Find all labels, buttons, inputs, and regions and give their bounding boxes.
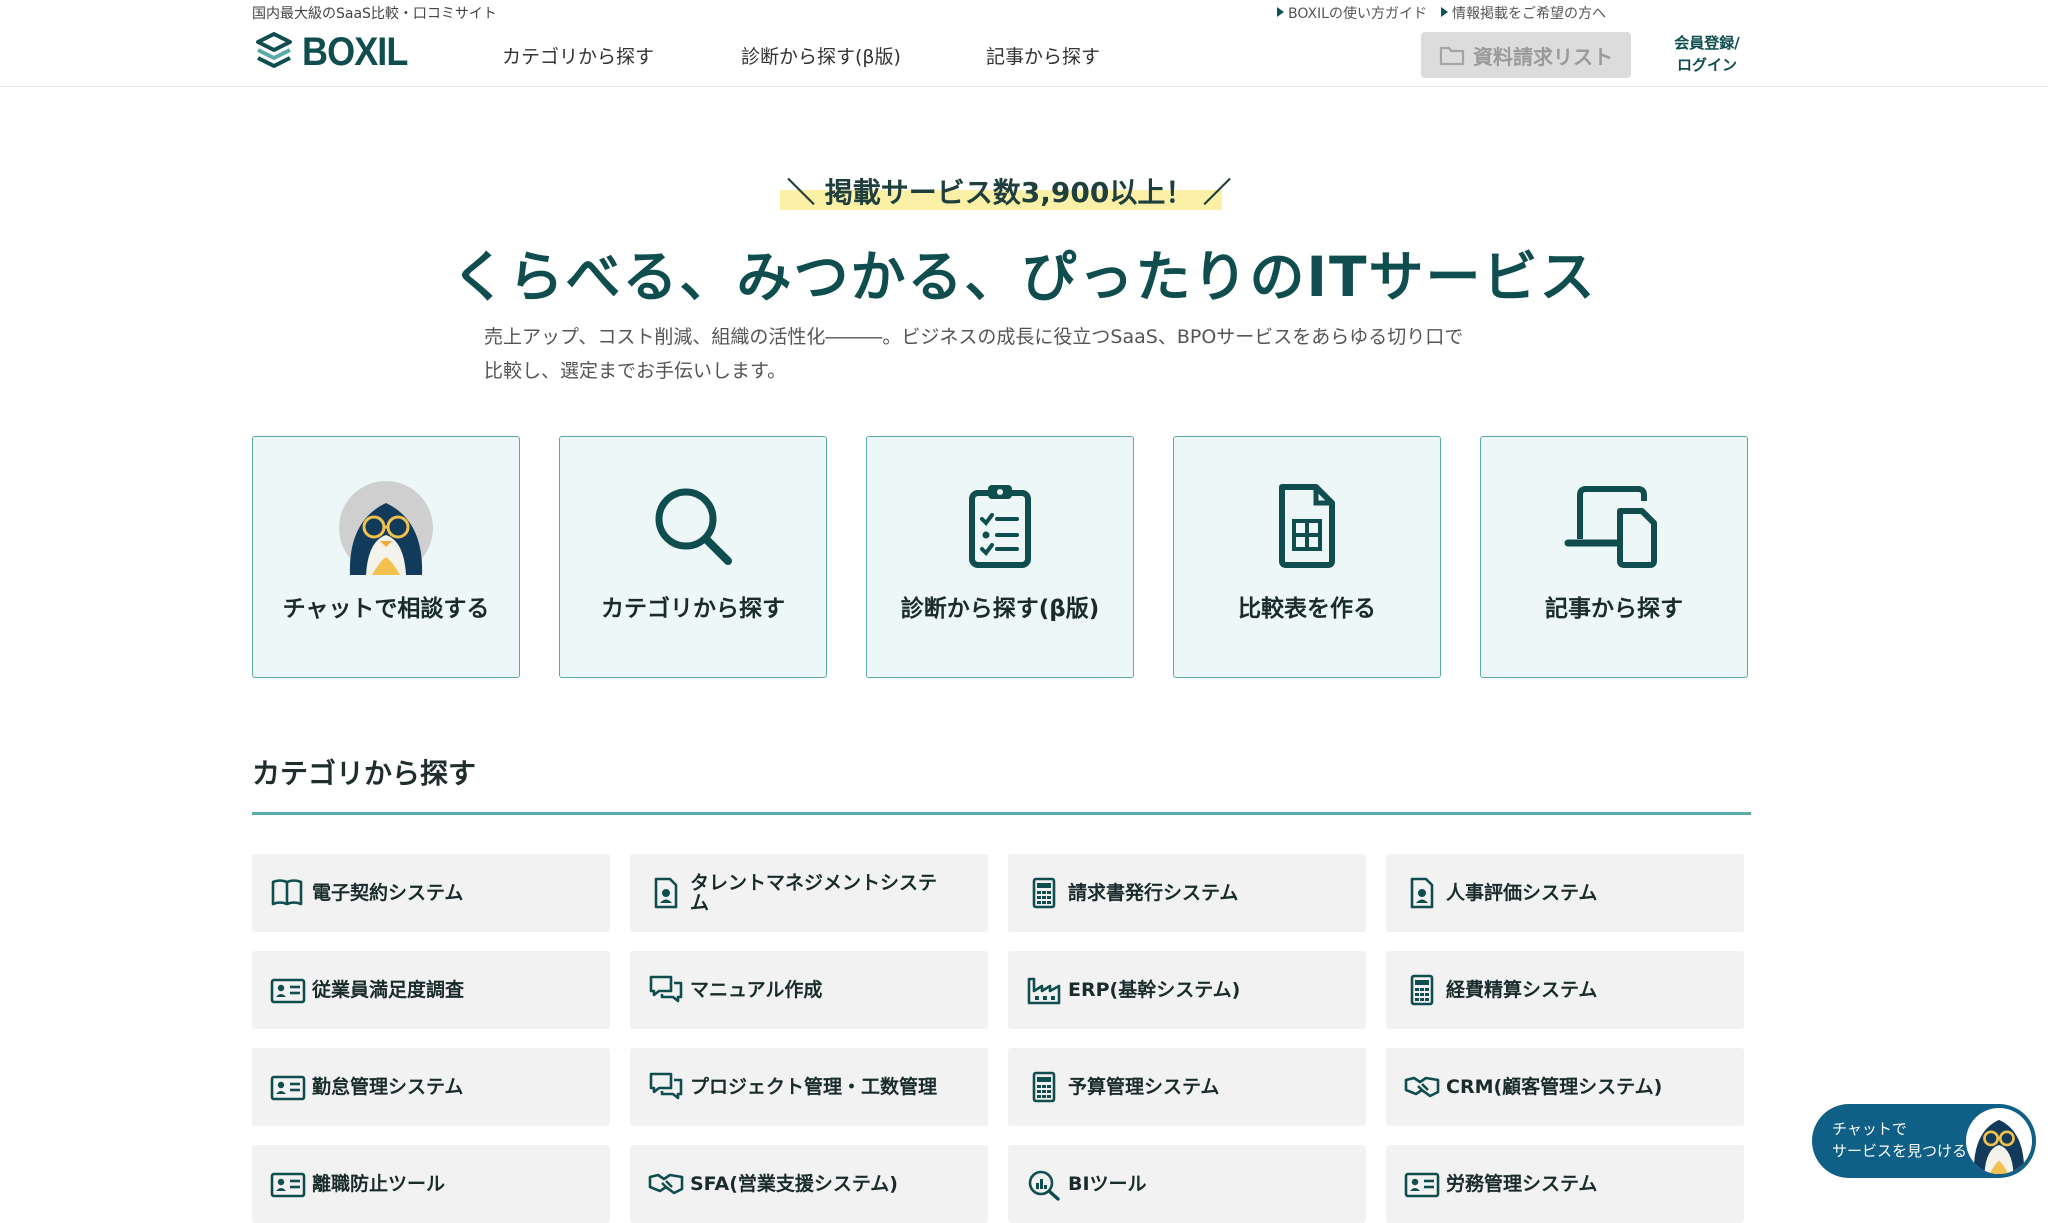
category-label: 人事評価システム [1446, 882, 1598, 904]
request-list-label: 資料請求リスト [1473, 44, 1613, 69]
category-item[interactable]: 予算管理システム [1008, 1048, 1366, 1126]
feature-card-category[interactable]: カテゴリから探す [559, 436, 827, 678]
categories-heading: カテゴリから探す [252, 757, 477, 790]
site-tagline: 国内最大級のSaaS比較・口コミサイト [252, 6, 497, 22]
triangle-icon [1276, 7, 1284, 17]
feature-card-chat[interactable]: チャットで相談する [252, 436, 520, 678]
nav-articles[interactable]: 記事から探す [986, 42, 1100, 69]
hero-description: 売上アップ、コスト削減、組織の活性化―――。ビジネスの成長に役立つSaaS、BP… [484, 320, 1564, 388]
category-label: プロジェクト管理・工数管理 [690, 1076, 938, 1098]
feature-label-category: カテゴリから探す [601, 596, 785, 622]
category-item[interactable]: 経費精算システム [1386, 951, 1744, 1029]
category-item[interactable]: ERP(基幹システム) [1008, 951, 1366, 1029]
clipboard-checklist-icon [969, 485, 1031, 568]
category-label: 離職防止ツール [312, 1173, 446, 1195]
login-line2: ログイン [1676, 56, 1737, 74]
person-document-icon [1404, 876, 1440, 910]
search-icon [655, 488, 732, 565]
calculator-icon [1404, 973, 1440, 1007]
chat-widget-line2: サービスを見つける [1832, 1142, 1968, 1160]
category-item[interactable]: SFA(営業支援システム) [630, 1145, 988, 1223]
id-card-icon [270, 973, 306, 1007]
category-item[interactable]: 人事評価システム [1386, 854, 1744, 932]
category-label: 請求書発行システム [1068, 882, 1239, 904]
category-label: 労務管理システム [1446, 1173, 1598, 1195]
site-header: 国内最大級のSaaS比較・口コミサイト BOXIL カテゴリから探す 診断から探… [0, 0, 2048, 87]
calculator-icon [1026, 876, 1062, 910]
category-item[interactable]: タレントマネジメントシステム [630, 854, 988, 932]
service-count-badge: ＼ 掲載サービス数3,900以上！ ／ [787, 176, 1232, 209]
category-label: 経費精算システム [1446, 979, 1598, 1001]
handshake-icon [648, 1167, 684, 1201]
category-item[interactable]: 請求書発行システム [1008, 854, 1366, 932]
id-card-icon [1404, 1167, 1440, 1201]
folder-icon [1439, 46, 1465, 66]
listing-link-label: 情報掲載をご希望の方へ [1452, 6, 1606, 22]
nav-diagnosis[interactable]: 診断から探す(β版) [741, 42, 901, 69]
listing-link[interactable]: 情報掲載をご希望の方へ [1441, 3, 1606, 23]
category-item[interactable]: BIツール [1008, 1145, 1366, 1223]
triangle-icon [1441, 7, 1448, 17]
nav-category[interactable]: カテゴリから探す [502, 42, 654, 69]
feature-label-diagnosis: 診断から探す(β版) [900, 596, 1100, 622]
guide-link[interactable]: BOXILの使い方ガイド [1276, 3, 1427, 23]
category-label: CRM(顧客管理システム) [1446, 1076, 1663, 1098]
category-item[interactable]: 離職防止ツール [252, 1145, 610, 1223]
feature-card-diagnosis[interactable]: 診断から探す(β版) [866, 436, 1134, 678]
devices-icon [1564, 486, 1657, 568]
handshake-icon [1404, 1070, 1440, 1104]
category-item[interactable]: プロジェクト管理・工数管理 [630, 1048, 988, 1126]
hero-description-line2: 比較し、選定までお手伝いします。 [484, 360, 787, 382]
category-label: 電子契約システム [312, 882, 464, 904]
id-card-icon [270, 1167, 306, 1201]
top-links: BOXILの使い方ガイド 情報掲載をご希望の方へ [1276, 3, 1606, 23]
chart-search-icon [1026, 1167, 1062, 1201]
category-label: 勤怠管理システム [312, 1076, 464, 1098]
penguin-avatar-icon [339, 481, 433, 575]
category-item[interactable]: マニュアル作成 [630, 951, 988, 1029]
category-label: マニュアル作成 [690, 979, 823, 1001]
category-label: ERP(基幹システム) [1068, 979, 1241, 1001]
chat-bubbles-icon [648, 973, 684, 1007]
chat-widget-line1: チャットで [1832, 1120, 1907, 1138]
category-item[interactable]: 電子契約システム [252, 854, 610, 932]
calculator-icon [1026, 1070, 1062, 1104]
feature-card-comparison[interactable]: 比較表を作る [1173, 436, 1441, 678]
feature-card-articles[interactable]: 記事から探す [1480, 436, 1748, 678]
category-label: タレントマネジメントシステム [690, 872, 938, 914]
request-list-button[interactable]: 資料請求リスト [1421, 32, 1631, 78]
category-label: BIツール [1068, 1173, 1147, 1195]
chat-widget[interactable]: チャットで サービスを見つける [1812, 1104, 2036, 1178]
category-item[interactable]: 労務管理システム [1386, 1145, 1744, 1223]
feature-label-chat: チャットで相談する [282, 596, 490, 622]
chat-widget-text: チャットで サービスを見つける [1832, 1118, 1967, 1162]
guide-link-label: BOXILの使い方ガイド [1287, 6, 1427, 22]
book-icon [270, 876, 306, 910]
feature-label-articles: 記事から探す [1545, 596, 1683, 622]
boxil-logo[interactable]: BOXIL [252, 30, 419, 75]
logo-text: BOXIL [302, 30, 408, 74]
factory-icon [1026, 973, 1062, 1007]
category-label: SFA(営業支援システム) [690, 1173, 898, 1195]
login-line1: 会員登録/ [1674, 34, 1740, 52]
category-label: 予算管理システム [1068, 1076, 1220, 1098]
category-item[interactable]: 従業員満足度調査 [252, 951, 610, 1029]
login-link[interactable]: 会員登録/ ログイン [1662, 32, 1752, 76]
spreadsheet-icon [1279, 484, 1335, 568]
person-document-icon [648, 876, 684, 910]
chat-bubbles-icon [648, 1070, 684, 1104]
hero-title: くらべる、みつかる、ぴったりのITサービス [451, 245, 1597, 309]
feature-label-comparison: 比較表を作る [1238, 596, 1376, 622]
boxil-logo-icon [256, 31, 292, 68]
category-item[interactable]: 勤怠管理システム [252, 1048, 610, 1126]
categories-divider [252, 812, 1751, 815]
category-label: 従業員満足度調査 [312, 979, 465, 1001]
chat-penguin-avatar [1966, 1108, 2032, 1174]
category-item[interactable]: CRM(顧客管理システム) [1386, 1048, 1744, 1126]
penguin-icon [1973, 1119, 2025, 1174]
id-card-icon [270, 1070, 306, 1104]
hero-description-line1: 売上アップ、コスト削減、組織の活性化―――。ビジネスの成長に役立つSaaS、BP… [484, 326, 1464, 348]
